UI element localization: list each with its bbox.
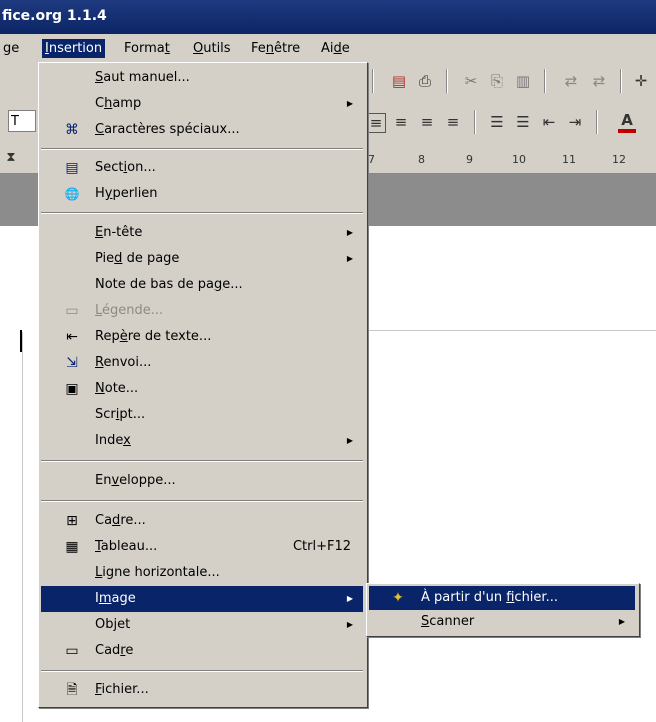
window-title: fice.org 1.1.4 xyxy=(2,8,107,24)
align-left-icon[interactable]: ≡ xyxy=(366,113,386,133)
ruler-tick: 12 xyxy=(612,153,626,166)
toolbar-separator xyxy=(446,69,448,93)
menu-item-objet[interactable]: Objet ▶ xyxy=(41,612,363,638)
submenu-arrow-icon: ▶ xyxy=(346,254,353,263)
submenu-arrow-icon: ▶ xyxy=(346,436,353,445)
ruler-tick: 8 xyxy=(418,153,425,166)
menu-item-note[interactable]: ▣ Note... xyxy=(41,376,363,402)
menu-item-cadre[interactable]: ⊞ Cadre... xyxy=(41,508,363,534)
title-bar: fice.org 1.1.4 xyxy=(0,0,656,34)
menu-outils[interactable]: Outils xyxy=(190,39,234,58)
menu-item-ligne-horizontale[interactable]: Ligne horizontale... xyxy=(41,560,363,586)
style-box[interactable]: T xyxy=(8,110,36,132)
font-color-icon[interactable]: A xyxy=(618,111,636,133)
decrease-indent-icon[interactable]: ⇤ xyxy=(540,113,558,131)
menu-separator xyxy=(41,148,363,150)
menu-format[interactable]: Format xyxy=(121,39,173,58)
toolbar-separator xyxy=(544,69,546,93)
table-icon: ▦ xyxy=(65,539,79,555)
menu-item-enveloppe[interactable]: Enveloppe... xyxy=(41,468,363,494)
navigator-icon[interactable]: ✛ xyxy=(632,72,650,90)
ruler-tick: 7 xyxy=(368,153,375,166)
submenu-item-a-partir-fichier[interactable]: ✦ À partir d'un fichier... xyxy=(369,586,635,610)
menu-insertion[interactable]: Insertion xyxy=(42,39,106,58)
shortcut-label: Ctrl+F12 xyxy=(292,539,351,554)
submenu-arrow-icon: ▶ xyxy=(346,594,353,603)
menu-item-caracteres-speciaux[interactable]: ⌘ Caractères spéciaux... xyxy=(41,117,363,143)
tab-stop-icon[interactable]: ⧗ xyxy=(2,149,20,167)
menu-fenetre[interactable]: Fenêtre xyxy=(248,39,303,58)
page-boundary xyxy=(366,330,656,331)
floating-frame-icon: ▭ xyxy=(65,643,79,659)
frame-icon: ⊞ xyxy=(66,513,78,529)
section-icon: ▤ xyxy=(65,160,79,176)
menu-bar: ge Insertion Format Outils Fenêtre Aide xyxy=(0,34,656,62)
menu-separator xyxy=(41,460,363,462)
menu-item-repere-de-texte[interactable]: ⇤ Repère de texte... xyxy=(41,324,363,350)
menu-item-renvoi[interactable]: ⇲ Renvoi... xyxy=(41,350,363,376)
export-pdf-icon[interactable]: ▤ xyxy=(390,72,408,90)
text-cursor xyxy=(20,330,22,352)
menu-separator xyxy=(41,212,363,214)
menu-item-cadre-2[interactable]: ▭ Cadre xyxy=(41,638,363,664)
submenu-item-scanner[interactable]: Scanner ▶ xyxy=(369,610,635,634)
menu-item-fichier[interactable]: 🗎 Fichier... xyxy=(41,677,363,703)
paste-icon[interactable]: ▥ xyxy=(514,72,532,90)
submenu-arrow-icon: ▶ xyxy=(346,99,353,108)
toolbar-separator xyxy=(596,110,598,134)
file-icon: 🗎 xyxy=(66,682,78,698)
menu-item-saut-manuel[interactable]: Saut manuel... xyxy=(41,65,363,91)
menu-item-legende: ▭ Légende... xyxy=(41,298,363,324)
image-submenu: ✦ À partir d'un fichier... Scanner ▶ xyxy=(366,583,640,637)
menu-item-en-tete[interactable]: En-tête ▶ xyxy=(41,220,363,246)
menu-page[interactable]: ge xyxy=(0,39,22,58)
insertion-menu: Saut manuel... Champ ▶ ⌘ Caractères spécia… xyxy=(38,62,368,708)
menu-item-note-bas-de-page[interactable]: Note de bas de page... xyxy=(41,272,363,298)
menu-separator xyxy=(41,500,363,502)
cut-icon[interactable]: ✂ xyxy=(462,72,480,90)
special-character-icon: ⌘ xyxy=(65,122,79,138)
redo-icon[interactable]: ⇄ xyxy=(590,72,608,90)
numbering-icon[interactable]: ☰ xyxy=(488,113,506,131)
ruler-tick: 9 xyxy=(466,153,473,166)
image-from-file-icon: ✦ xyxy=(392,590,404,606)
copy-icon[interactable]: ⎘ xyxy=(488,72,506,90)
menu-item-section[interactable]: ▤ Section... xyxy=(41,155,363,181)
menu-item-hyperlien[interactable]: 🌐 Hyperlien xyxy=(41,181,363,207)
cross-reference-icon: ⇲ xyxy=(66,355,78,371)
caption-icon: ▭ xyxy=(65,303,79,319)
align-center-icon[interactable]: ≡ xyxy=(392,113,410,131)
toolbar-separator xyxy=(474,110,476,134)
undo-icon[interactable]: ⇄ xyxy=(562,72,580,90)
menu-item-tableau[interactable]: ▦ Tableau... Ctrl+F12 xyxy=(41,534,363,560)
submenu-arrow-icon: ▶ xyxy=(346,620,353,629)
ruler-tick: 11 xyxy=(562,153,576,166)
toolbar-separator xyxy=(372,69,374,93)
note-icon: ▣ xyxy=(65,381,79,397)
bookmark-icon: ⇤ xyxy=(66,329,78,345)
ruler-tick: 10 xyxy=(512,153,526,166)
justify-icon[interactable]: ≡ xyxy=(444,113,462,131)
menu-item-image[interactable]: Image ▶ xyxy=(41,586,363,612)
submenu-arrow-icon: ▶ xyxy=(346,228,353,237)
hyperlink-icon: 🌐 xyxy=(64,187,80,201)
submenu-arrow-icon: ▶ xyxy=(618,617,625,626)
bullets-icon[interactable]: ☰ xyxy=(514,113,532,131)
increase-indent-icon[interactable]: ⇥ xyxy=(566,113,584,131)
menu-item-index[interactable]: Index ▶ xyxy=(41,428,363,454)
menu-separator xyxy=(41,670,363,672)
toolbar-separator xyxy=(620,69,622,93)
print-icon[interactable]: ⎙ xyxy=(416,72,434,90)
menu-item-champ[interactable]: Champ ▶ xyxy=(41,91,363,117)
menu-aide[interactable]: Aide xyxy=(318,39,353,58)
align-right-icon[interactable]: ≡ xyxy=(418,113,436,131)
menu-item-pied-de-page[interactable]: Pied de page ▶ xyxy=(41,246,363,272)
menu-item-script[interactable]: Script... xyxy=(41,402,363,428)
page-boundary xyxy=(22,332,23,722)
